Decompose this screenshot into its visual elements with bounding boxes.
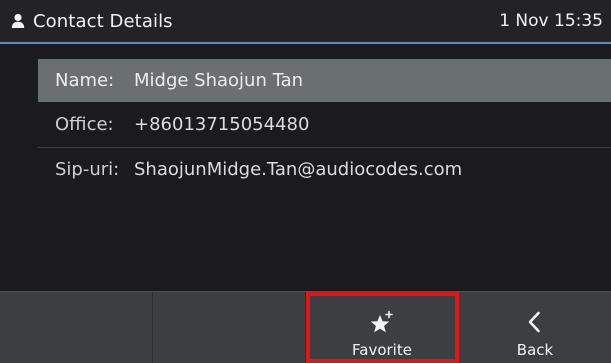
chevron-left-icon [528, 311, 540, 333]
contact-field-office[interactable]: Office: +86013715054480 [38, 102, 611, 148]
date-time: 1 Nov 15:35 [499, 11, 603, 31]
status-bar: Contact Details 1 Nov 15:35 [0, 0, 611, 44]
field-value: Midge Shaojun Tan [134, 70, 304, 91]
contact-field-name[interactable]: Name: Midge Shaojun Tan [38, 59, 611, 102]
person-icon [11, 13, 25, 28]
field-label: Name: [55, 70, 115, 91]
softkey-2-empty[interactable] [153, 292, 306, 363]
softkey-1-empty[interactable] [0, 292, 153, 363]
field-value: +86013715054480 [134, 114, 310, 135]
phone-screen: Contact Details 1 Nov 15:35 Name: Midge … [0, 0, 611, 363]
back-button[interactable]: Back [459, 292, 611, 363]
contact-field-sip-uri[interactable]: Sip-uri: ShaojunMidge.Tan@audiocodes.com [38, 147, 611, 192]
softkey-label: Favorite [352, 341, 412, 359]
star-plus-icon [370, 310, 393, 333]
softkey-label: Back [516, 341, 554, 359]
contact-details-list: Name: Midge Shaojun Tan Office: +8601371… [38, 59, 611, 192]
field-label: Office: [55, 114, 114, 135]
title-area: Contact Details [11, 0, 173, 42]
softkey-bar: Favorite Back [0, 291, 611, 363]
field-value: ShaojunMidge.Tan@audiocodes.com [134, 159, 463, 180]
favorite-button[interactable]: Favorite [306, 292, 459, 363]
field-label: Sip-uri: [55, 159, 120, 180]
page-title: Contact Details [33, 10, 173, 32]
